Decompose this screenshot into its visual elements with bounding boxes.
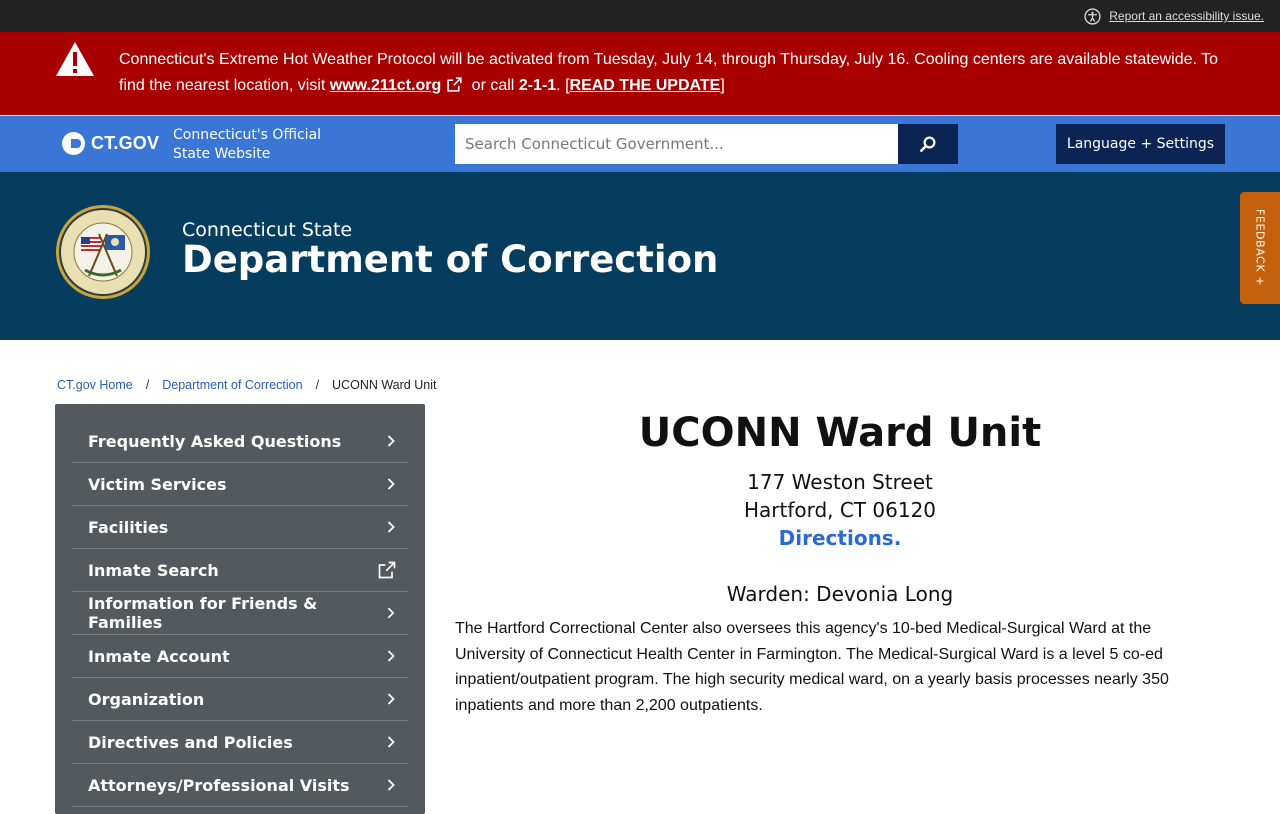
agency-header: Connecticut State Department of Correcti… [0, 172, 1280, 340]
breadcrumb-agency-link[interactable]: Department of Correction [162, 378, 302, 392]
sidebar-item-label: Information for Friends & Families [88, 594, 318, 632]
alert-text-mid: or call [467, 77, 519, 94]
page-title: UCONN Ward Unit [638, 410, 1042, 456]
chevron-right-icon [387, 650, 395, 662]
ctgov-tagline-line1: Connecticut's Official [173, 127, 322, 143]
external-link-icon [447, 77, 462, 92]
facility-description: The Hartford Correctional Center also ov… [455, 620, 1169, 715]
sidebar-item-inmate-search[interactable]: Inmate Search [72, 549, 408, 592]
chevron-right-icon [387, 435, 395, 447]
warden-name: Warden: Devonia Long [726, 582, 954, 606]
sidebar-item-label: Frequently Asked Questions [88, 431, 342, 451]
breadcrumb-separator: / [145, 378, 150, 392]
breadcrumb-current: UCONN Ward Unit [332, 378, 437, 392]
sidebar-item-label: Facilities [88, 517, 169, 537]
accessibility-report-label: Report an accessibility issue. [1109, 9, 1264, 23]
agency-name[interactable]: Department of Correction [182, 238, 718, 281]
sidebar-item-friends-families[interactable]: Information for Friends & Families [72, 592, 408, 635]
sidebar-item-inmate-account[interactable]: Inmate Account [72, 635, 408, 678]
breadcrumb-separator: / [315, 378, 320, 392]
department-seal-icon[interactable] [55, 204, 151, 300]
sidebar-item-organization[interactable]: Organization [72, 678, 408, 721]
sidebar-item-label: Organization [88, 689, 205, 709]
sidebar-item-directives-policies[interactable]: Directives and Policies [72, 721, 408, 764]
ctgov-logo-icon [62, 132, 85, 155]
sidebar-item-attorneys-visits[interactable]: Attorneys/Professional Visits [72, 764, 408, 807]
warning-icon [56, 42, 94, 76]
search-button[interactable] [898, 124, 958, 164]
sidebar-item-label: Inmate Search [88, 560, 219, 580]
chevron-right-icon [387, 779, 395, 791]
alert-text-end: ] [720, 77, 725, 94]
alert-phone: 2-1-1 [518, 77, 557, 94]
sidebar-item-label: Victim Services [88, 474, 227, 494]
alert-text-after: . [ [556, 77, 570, 94]
chevron-right-icon [387, 521, 395, 533]
breadcrumb: CT.gov Home / Department of Correction /… [57, 378, 436, 392]
chevron-right-icon [387, 478, 395, 490]
breadcrumb-home-link[interactable]: CT.gov Home [57, 378, 133, 392]
ctgov-header: CT.GOV Connecticut's Official State Webs… [0, 116, 1280, 172]
chevron-right-icon [388, 607, 395, 619]
sidebar-item-label: Inmate Account [88, 646, 230, 666]
alert-message: Connecticut's Extreme Hot Weather Protoc… [119, 47, 1239, 99]
utility-bar: Report an accessibility issue. [0, 0, 1280, 32]
search-icon [920, 136, 936, 152]
sidebar-item-victim-services[interactable]: Victim Services [72, 463, 408, 506]
external-link-icon [378, 561, 396, 579]
alert-211-link[interactable]: www.211ct.org [330, 77, 441, 94]
sidebar-item-label: Directives and Policies [88, 732, 293, 752]
chevron-right-icon [387, 693, 395, 705]
sidebar-item-faq[interactable]: Frequently Asked Questions [72, 420, 408, 463]
search-input[interactable] [455, 124, 898, 164]
address-line2: Hartford, CT 06120 [743, 498, 937, 522]
feedback-tab[interactable]: FEEDBACK + [1240, 192, 1280, 304]
feedback-label: FEEDBACK + [1253, 209, 1267, 287]
alert-read-update-link[interactable]: READ THE UPDATE [570, 77, 721, 94]
language-settings-button[interactable]: Language + Settings [1056, 124, 1225, 164]
accessibility-icon [1084, 7, 1101, 25]
ctgov-logo-text: CT.GOV [91, 133, 160, 153]
alert-banner: Connecticut's Extreme Hot Weather Protoc… [0, 32, 1280, 115]
ctgov-tagline: Connecticut's Official State Website [173, 126, 321, 164]
sidebar-item-facilities[interactable]: Facilities [72, 506, 408, 549]
chevron-right-icon [387, 736, 395, 748]
sidebar-nav: Frequently Asked Questions Victim Servic… [55, 404, 425, 814]
ctgov-tagline-line2: State Website [173, 146, 271, 162]
sidebar-item-label: Attorneys/Professional Visits [88, 775, 350, 795]
address-line1: 177 Weston Street [747, 470, 933, 494]
ctgov-logo[interactable]: CT.GOV [62, 132, 159, 155]
accessibility-report-link[interactable]: Report an accessibility issue. [1084, 5, 1264, 27]
directions-link[interactable]: Directions. [455, 526, 1225, 550]
